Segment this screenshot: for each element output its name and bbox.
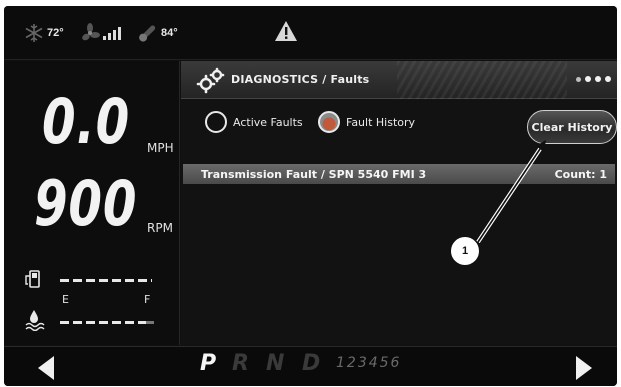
rpm-value: 900 (34, 167, 138, 240)
page-indicator (576, 76, 611, 82)
def-gauge-bar-end (146, 321, 154, 324)
radio-label: Fault History (346, 115, 416, 129)
gear-numbers: 123456 (336, 355, 402, 371)
ac-status: 72° (24, 23, 64, 43)
radio-fault-history[interactable]: Fault History (318, 111, 415, 133)
fan-level-icon (103, 26, 125, 40)
page-dot[interactable] (605, 76, 611, 82)
page-dot[interactable] (595, 76, 601, 82)
radio-circle-selected[interactable] (318, 111, 340, 133)
diagnostics-header: DIAGNOSTICS / Faults (181, 61, 617, 99)
warning-triangle-icon[interactable] (274, 20, 298, 47)
clear-history-button[interactable]: Clear History (527, 110, 617, 144)
radio-active-faults[interactable]: Active Faults (205, 111, 303, 133)
gears-icon (196, 67, 226, 100)
gauge-panel: 0.0 MPH 900 RPM E F (4, 61, 180, 345)
ac-temp: 72° (47, 27, 64, 39)
page-dot[interactable] (576, 76, 581, 82)
fuel-gauge-bar (60, 279, 152, 282)
diagnostics-panel: DIAGNOSTICS / Faults Active Faults Fault… (181, 61, 617, 345)
header-texture (397, 61, 567, 99)
gear-reverse: R (232, 351, 249, 376)
radio-circle[interactable] (205, 111, 227, 133)
def-fluid-icon (24, 307, 48, 336)
callout-badge: 1 (450, 236, 480, 266)
def-gauge-bar (60, 321, 146, 324)
next-arrow-icon[interactable] (574, 355, 594, 386)
gear-drive: D (302, 351, 321, 376)
fan-icon (80, 23, 100, 43)
outside-temp: 84° (161, 27, 178, 39)
fuel-empty-label: E (62, 293, 69, 306)
gear-neutral: N (266, 351, 285, 376)
fuel-full-label: F (144, 293, 151, 306)
status-bar: 72° 84° (4, 6, 617, 60)
thermometer-icon (136, 23, 158, 43)
display-screen: 72° 84° 0.0 MPH 900 RPM E F DIAGNOSTICS … (4, 6, 617, 386)
radio-label: Active Faults (233, 115, 303, 129)
previous-arrow-icon[interactable] (36, 355, 56, 386)
fault-count: Count: 1 (554, 168, 607, 181)
fan-status (80, 23, 125, 43)
page-dot[interactable] (585, 76, 591, 82)
gear-park: P (200, 351, 217, 376)
snowflake-icon (24, 23, 44, 43)
outside-temp-status: 84° (136, 23, 178, 43)
fault-row[interactable]: Transmission Fault / SPN 5540 FMI 3 Coun… (183, 164, 615, 184)
speed-value: 0.0 (42, 85, 131, 158)
page-title: DIAGNOSTICS / Faults (231, 73, 370, 86)
rpm-unit: RPM (147, 221, 173, 235)
fuel-pump-icon (24, 269, 44, 294)
fault-description: Transmission Fault / SPN 5540 FMI 3 (201, 168, 427, 181)
speed-unit: MPH (147, 141, 174, 155)
gear-bar: P R N D 123456 (4, 346, 617, 386)
